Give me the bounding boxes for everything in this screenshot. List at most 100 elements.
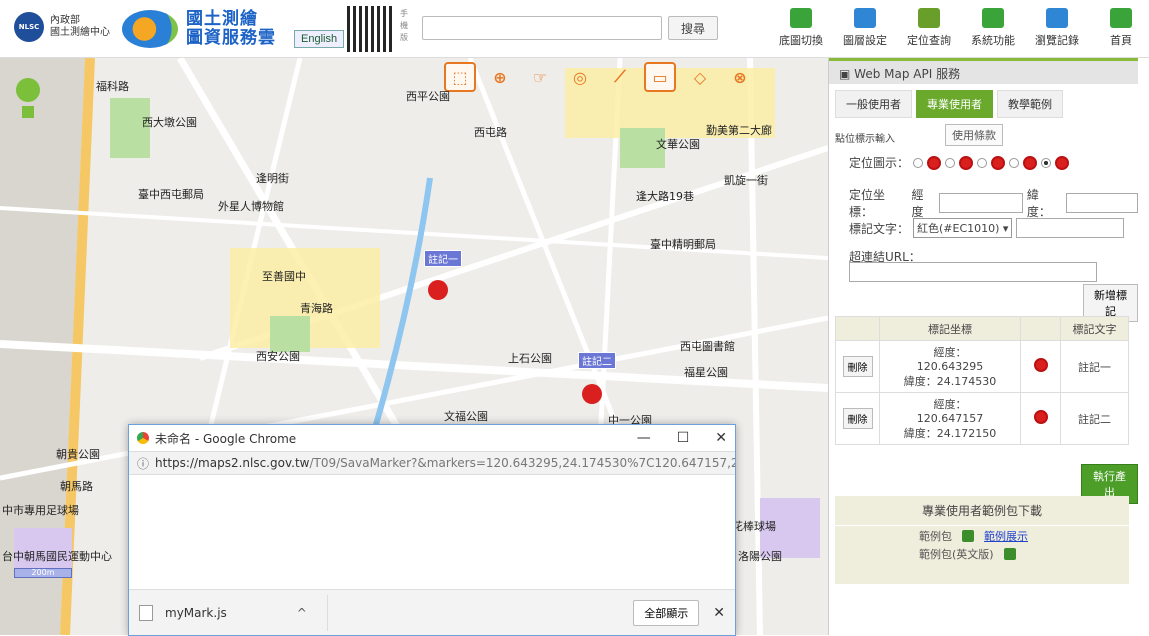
map-place-label: 朝馬路 <box>60 480 93 493</box>
close-icon[interactable]: ✕ <box>715 430 727 446</box>
nav-item-1[interactable]: 圖層設定 <box>837 8 893 48</box>
map-marker-label-2[interactable]: 註記二 <box>578 352 616 369</box>
sample-pack-en-row: 範例包(英文版) <box>835 544 1129 562</box>
map-place-label: 西屯路 <box>474 126 507 139</box>
nav-item-4[interactable]: 瀏覽記錄 <box>1029 8 1085 48</box>
tab-2[interactable]: 教學範例 <box>997 90 1063 118</box>
sample-pack-en-label: 範例包(英文版) <box>919 548 994 561</box>
map-place-label: 凱旋一街 <box>724 174 768 187</box>
draw-rectangle-tool-icon[interactable]: ▭ <box>644 62 676 92</box>
zoom-in-tool-icon[interactable]: ⊕ <box>484 62 516 92</box>
marker-icon-radio-5[interactable] <box>1041 157 1052 168</box>
map-place-label: 西屯圖書館 <box>680 340 735 353</box>
nav-item-0[interactable]: 底圖切換 <box>773 8 829 48</box>
lng-value: 120.643295 <box>916 360 984 373</box>
sample-demo-link[interactable]: 範例展示 <box>984 528 1028 544</box>
eraser-tool-icon[interactable]: ◇ <box>684 62 716 92</box>
history-icon <box>1046 8 1068 28</box>
nav-item-5[interactable]: 首頁 <box>1093 8 1149 48</box>
nav-item-3[interactable]: 系統功能 <box>965 8 1021 48</box>
map-marker-label-1[interactable]: 註記一 <box>424 250 462 267</box>
draw-point-tool-icon[interactable]: ◎ <box>564 62 596 92</box>
map-place-label: 逢明街 <box>256 172 289 185</box>
marker-icon-label: 定位圖示： <box>849 156 910 170</box>
map-place-label: 上石公園 <box>508 352 552 365</box>
table-col-icon <box>1020 316 1062 341</box>
tab-0[interactable]: 一般使用者 <box>835 90 912 118</box>
marker-icon-radio-1[interactable] <box>913 157 924 168</box>
panel-title: ▣ Web Map API 服務 <box>829 58 1138 84</box>
minimize-icon[interactable]: — <box>637 430 651 446</box>
english-button[interactable]: English <box>294 30 345 48</box>
chrome-popup-window: 未命名 - Google Chrome — ☐ ✕ ⓘ https://maps… <box>128 424 736 636</box>
chrome-title-bar[interactable]: 未命名 - Google Chrome — ☐ ✕ <box>129 425 735 451</box>
nav-label: 首頁 <box>1110 34 1132 47</box>
clear-marker-tool-icon[interactable]: ⊗ <box>724 62 756 92</box>
search-button[interactable]: 搜尋 <box>668 16 718 40</box>
download-en-icon[interactable] <box>1003 548 1016 560</box>
qr-code-icon[interactable] <box>347 6 393 52</box>
chrome-address-bar[interactable]: ⓘ https://maps2.nlsc.gov.tw /T09/SavaMar… <box>129 451 735 475</box>
map-cloud-logo-icon[interactable] <box>122 10 178 48</box>
nav-label: 定位查詢 <box>907 34 951 47</box>
map-place-label: 西大墩公園 <box>142 116 197 129</box>
color-select[interactable]: 紅色(#EC1010) ▾ <box>913 218 1013 238</box>
url-prefix: https://maps2.nlsc.gov.tw <box>155 456 310 470</box>
map-place-label: 逢大路19巷 <box>636 190 694 203</box>
org-line2: 國土測繪中心 <box>50 27 110 38</box>
marker-text-input[interactable] <box>1016 218 1125 238</box>
marker-icon-radio-4[interactable] <box>1009 157 1020 168</box>
marker-style-4-icon <box>1023 155 1038 170</box>
map-place-label: 福星公園 <box>684 366 728 379</box>
chevron-up-icon[interactable]: ^ <box>297 606 307 620</box>
info-icon[interactable]: ⓘ <box>137 455 149 472</box>
show-all-button[interactable]: 全部顯示 <box>633 599 700 626</box>
download-filename[interactable]: myMark.js <box>165 606 227 620</box>
map-pan-control[interactable] <box>14 76 42 122</box>
pan-hand-tool-icon[interactable]: ☞ <box>524 62 556 92</box>
file-icon <box>139 604 153 621</box>
tab-1[interactable]: 專業使用者 <box>916 90 993 118</box>
delete-button[interactable]: 刪除 <box>842 356 873 377</box>
marker-text-cell: 註記二 <box>1060 392 1129 445</box>
map-place-label: 文華公園 <box>656 138 700 151</box>
marker-table: 標記坐標 標記文字 刪除 經度： 120.643295 緯度：24.174530 註記一… <box>835 316 1129 445</box>
top-nav: 底圖切換 圖層設定 定位查詢 系統功能 瀏覽記錄 首頁 <box>773 8 1149 48</box>
site-title-line2: 圖資服務雲 <box>186 28 276 48</box>
calendar-icon <box>982 8 1004 28</box>
download-divider <box>326 594 328 631</box>
map-place-label: 洛陽公園 <box>738 550 782 563</box>
draw-line-tool-icon[interactable]: ⟋ <box>604 62 636 92</box>
coord-cell: 經度： 120.647157 緯度：24.172150 <box>878 392 1022 445</box>
home-icon <box>1110 8 1132 28</box>
search-input[interactable] <box>422 16 662 40</box>
nav-label: 系統功能 <box>971 34 1015 47</box>
chrome-logo-icon <box>137 432 149 444</box>
download-icon[interactable] <box>962 530 974 542</box>
marker-icon-radio-3[interactable] <box>977 157 988 168</box>
map-place-label: 臺中西屯郵局 <box>138 188 204 201</box>
lng-input[interactable] <box>938 193 1023 213</box>
panel-title-text: Web Map API 服務 <box>854 67 961 81</box>
lat-input[interactable] <box>1066 193 1138 213</box>
download-bar: myMark.js ^ 全部顯示 ✕ <box>129 589 735 635</box>
sample-pack-row: 範例包 範例展示 <box>835 526 1129 544</box>
lat-value: 緯度：24.172150 <box>903 427 997 440</box>
location-icon <box>918 8 940 28</box>
lng-label: 經度 <box>911 188 924 219</box>
url-input[interactable] <box>849 262 1097 282</box>
terms-button[interactable]: 使用條款 <box>945 124 1003 146</box>
download-bar-close-icon[interactable]: ✕ <box>713 605 725 621</box>
site-title[interactable]: 國土測繪 圖資服務雲 <box>186 10 276 48</box>
maximize-icon[interactable]: ☐ <box>677 430 690 446</box>
map-toolbar: ⬚ ⊕ ☞ ◎ ⟋ ▭ ◇ ⊗ <box>444 62 756 92</box>
nav-item-2[interactable]: 定位查詢 <box>901 8 957 48</box>
map-scale-bar: 200m <box>14 568 72 578</box>
lat-value: 緯度：24.174530 <box>903 375 997 388</box>
delete-button[interactable]: 刪除 <box>842 408 873 429</box>
nlsc-logo[interactable]: NLSC 內政部 國土測繪中心 <box>14 12 110 42</box>
marker-icon-radio-2[interactable] <box>945 157 956 168</box>
map-place-label: 文福公園 <box>444 410 488 423</box>
panel-map-icon: ▣ <box>839 67 855 81</box>
map-place-label: 臺中精明郵局 <box>650 238 716 251</box>
